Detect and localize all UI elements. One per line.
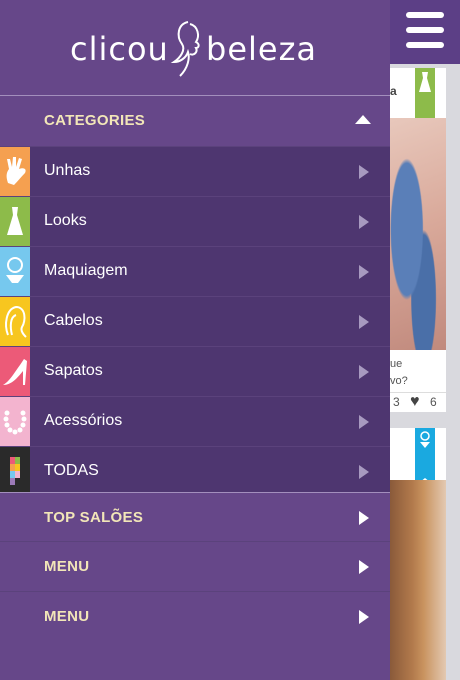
- chevron-right-icon: [359, 511, 369, 525]
- section-top-saloes[interactable]: TOP SALÕES: [0, 493, 390, 542]
- category-label: Cabelos: [44, 312, 103, 329]
- section-label: MENU: [44, 558, 90, 575]
- category-item-looks[interactable]: Looks: [0, 196, 390, 246]
- heart-icon[interactable]: ♥: [410, 394, 420, 410]
- categories-header[interactable]: CATEGORIES: [0, 96, 390, 145]
- chevron-right-icon: [359, 215, 369, 229]
- category-label: Unhas: [44, 162, 91, 179]
- hair-icon: [0, 297, 30, 346]
- shoe-icon: [0, 347, 30, 396]
- category-label: Sapatos: [44, 362, 103, 379]
- category-item-todas[interactable]: TODAS: [0, 446, 390, 496]
- all-icon: [0, 447, 30, 496]
- navigation-drawer: clicou beleza CATEGORIES Unhas Looks Maq…: [0, 0, 390, 680]
- chevron-up-icon: [355, 115, 371, 124]
- hamburger-menu-icon[interactable]: [406, 12, 444, 48]
- category-item-sapatos[interactable]: Sapatos: [0, 346, 390, 396]
- chevron-right-icon: [359, 465, 369, 479]
- dress-icon: [0, 197, 30, 246]
- woman-silhouette-icon: [170, 21, 200, 77]
- category-label: Looks: [44, 212, 87, 229]
- chevron-right-icon: [359, 165, 369, 179]
- category-label: Maquiagem: [44, 262, 128, 279]
- section-menu-1[interactable]: MENU: [0, 542, 390, 591]
- chevron-right-icon: [359, 610, 369, 624]
- section-label: MENU: [44, 608, 90, 625]
- post-card-title: a: [390, 84, 397, 98]
- makeup-icon: [0, 247, 30, 296]
- chevron-right-icon: [359, 415, 369, 429]
- background-feed: a ue vo? 3 ♥ 6: [390, 0, 460, 680]
- post-image[interactable]: [390, 480, 446, 680]
- post-card[interactable]: [390, 428, 446, 680]
- category-label: Acessórios: [44, 412, 123, 429]
- category-label: TODAS: [44, 462, 99, 479]
- necklace-icon: [0, 397, 30, 446]
- chevron-right-icon: [359, 265, 369, 279]
- post-card[interactable]: a ue vo? 3 ♥ 6: [390, 68, 446, 412]
- chevron-right-icon: [359, 560, 369, 574]
- hand-icon: [0, 147, 30, 196]
- section-menu-2[interactable]: MENU: [0, 592, 390, 641]
- categories-header-label: CATEGORIES: [44, 112, 146, 129]
- category-item-cabelos[interactable]: Cabelos: [0, 296, 390, 346]
- logo[interactable]: clicou beleza: [70, 18, 320, 80]
- chevron-right-icon: [359, 315, 369, 329]
- chevron-right-icon: [359, 365, 369, 379]
- post-footer: 3 ♥ 6: [390, 392, 446, 412]
- makeup-ribbon-icon: [415, 428, 435, 486]
- comment-count: 3: [393, 395, 400, 409]
- logo-text-right: beleza: [206, 30, 317, 68]
- section-label: TOP SALÕES: [44, 509, 144, 526]
- category-item-acessorios[interactable]: Acessórios: [0, 396, 390, 446]
- category-item-unhas[interactable]: Unhas: [0, 146, 390, 196]
- like-count: 6: [430, 395, 437, 409]
- category-item-maquiagem[interactable]: Maquiagem: [0, 246, 390, 296]
- drawer-footer-space: [0, 640, 390, 680]
- top-bar: [390, 0, 460, 64]
- logo-text-left: clicou: [70, 30, 169, 68]
